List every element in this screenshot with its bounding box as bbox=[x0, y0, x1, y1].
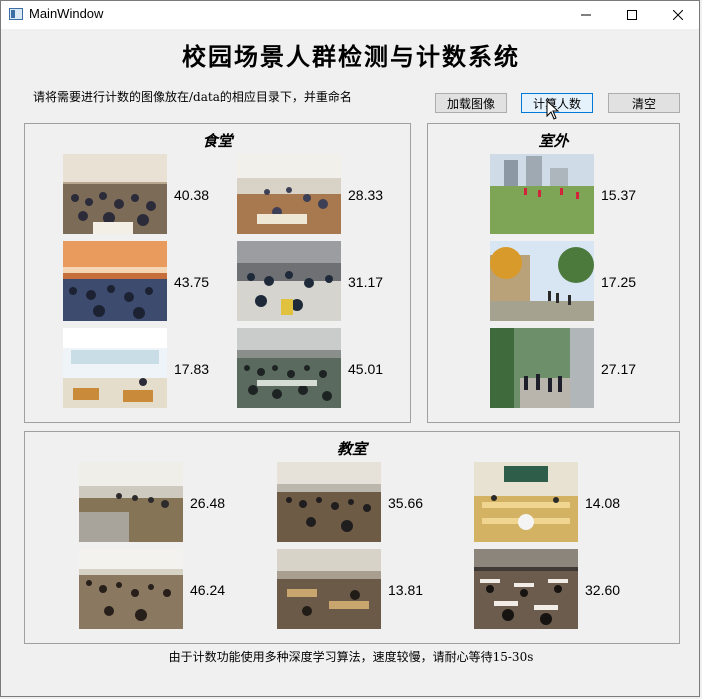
minimize-icon bbox=[581, 14, 591, 16]
classroom-count-5: 13.81 bbox=[388, 582, 424, 598]
app-icon bbox=[9, 8, 23, 20]
maximize-icon bbox=[627, 10, 637, 20]
outdoor-group-title: 室外 bbox=[538, 132, 569, 150]
close-icon bbox=[673, 10, 683, 20]
classroom-count-3: 14.08 bbox=[585, 495, 621, 511]
classroom-image-1 bbox=[79, 462, 183, 542]
instruction-text: 请将需要进行计数的图像放在/data的相应目录下，并重命名 bbox=[33, 90, 352, 104]
mouse-cursor-icon bbox=[546, 100, 560, 120]
canteen-image-1 bbox=[63, 154, 167, 234]
canteen-image-3 bbox=[63, 241, 167, 321]
minimize-button[interactable] bbox=[563, 1, 609, 29]
classroom-image-6 bbox=[474, 549, 578, 629]
canteen-count-4: 31.17 bbox=[348, 274, 384, 290]
classroom-image-2 bbox=[277, 462, 381, 542]
classroom-count-1: 26.48 bbox=[190, 495, 226, 511]
canteen-group-title: 食堂 bbox=[202, 132, 233, 150]
outdoor-count-3: 27.17 bbox=[601, 361, 637, 377]
classroom-image-5 bbox=[277, 549, 381, 629]
classroom-image-4 bbox=[79, 549, 183, 629]
main-window: MainWindow 校园场景人群检测与计数系统 请将需要进行计数的图像放在/d… bbox=[0, 0, 700, 697]
page-title: 校园场景人群检测与计数系统 bbox=[182, 42, 520, 71]
footer-note: 由于计数功能使用多种深度学习算法，速度较慢，请耐心等待15-30s bbox=[168, 650, 534, 664]
canteen-count-6: 45.01 bbox=[348, 361, 384, 377]
canteen-image-4 bbox=[237, 241, 341, 321]
load-images-button[interactable]: 加载图像 bbox=[435, 93, 507, 113]
classroom-count-6: 32.60 bbox=[585, 582, 621, 598]
close-button[interactable] bbox=[655, 1, 701, 29]
canteen-image-5 bbox=[63, 328, 167, 408]
outdoor-count-2: 17.25 bbox=[601, 274, 637, 290]
outdoor-image-2 bbox=[490, 241, 594, 321]
maximize-button[interactable] bbox=[609, 1, 655, 29]
classroom-image-3 bbox=[474, 462, 578, 542]
outdoor-image-3 bbox=[490, 328, 594, 408]
classroom-count-2: 35.66 bbox=[388, 495, 424, 511]
canteen-image-6 bbox=[237, 328, 341, 408]
clear-button[interactable]: 清空 bbox=[608, 93, 680, 113]
canteen-count-1: 40.38 bbox=[174, 187, 210, 203]
classroom-count-4: 46.24 bbox=[190, 582, 226, 598]
canteen-count-5: 17.83 bbox=[174, 361, 210, 377]
outdoor-count-1: 15.37 bbox=[601, 187, 637, 203]
canteen-count-2: 28.33 bbox=[348, 187, 384, 203]
window-title: MainWindow bbox=[29, 6, 104, 21]
title-bar[interactable]: MainWindow bbox=[1, 1, 699, 29]
classroom-group-title: 教室 bbox=[336, 440, 367, 458]
canteen-count-3: 43.75 bbox=[174, 274, 210, 290]
outdoor-image-1 bbox=[490, 154, 594, 234]
canteen-image-2 bbox=[237, 154, 341, 234]
